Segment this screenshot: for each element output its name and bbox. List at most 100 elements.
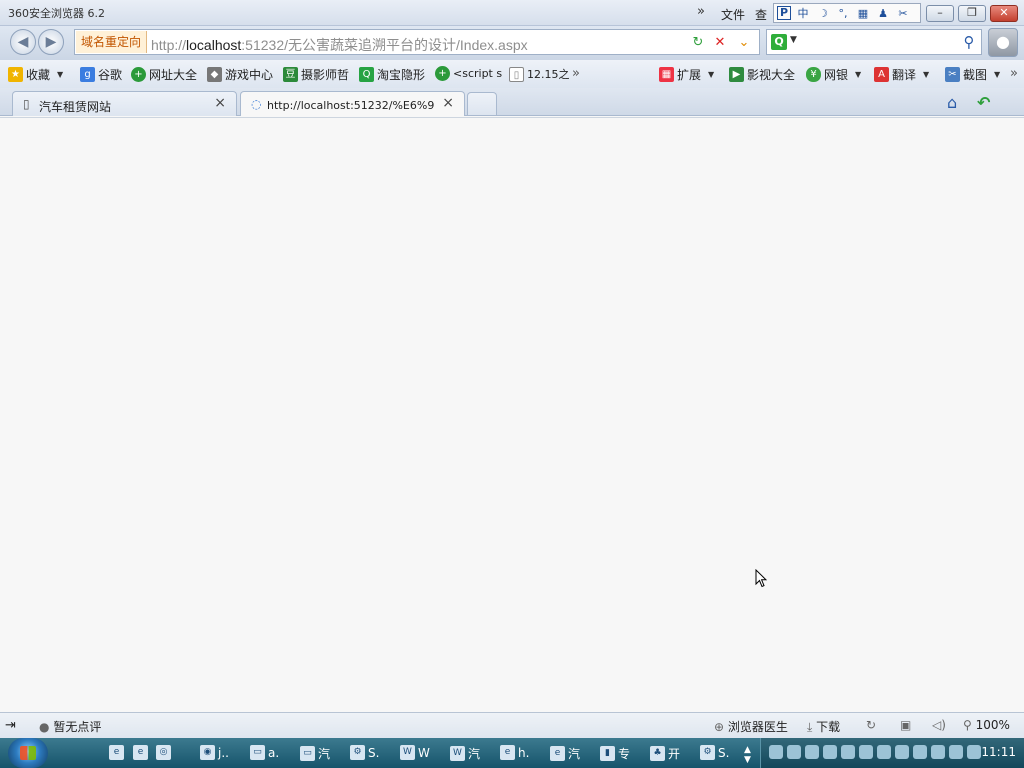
bookmarks-more-button[interactable]: » — [572, 66, 580, 81]
zoom-icon: ⚲ — [963, 718, 972, 732]
search-engine-dropdown-icon[interactable]: ▼ — [790, 35, 797, 45]
bookmark-taobao[interactable]: Q 淘宝隐形 — [359, 66, 425, 83]
google-icon: g — [80, 67, 95, 82]
mouse-cursor-icon — [755, 569, 767, 588]
star-add-icon: ★ — [8, 67, 23, 82]
taskbar-item[interactable]: WW — [400, 745, 430, 760]
qq-icon[interactable] — [859, 745, 873, 759]
menu-view[interactable]: 查 — [755, 6, 767, 23]
search-engine-icon[interactable]: Q — [771, 34, 787, 50]
page-icon: ▯ — [23, 97, 30, 111]
ime-punct-icon[interactable]: °, — [835, 7, 851, 20]
quicklaunch-ie-icon[interactable]: e — [109, 745, 124, 760]
taskbar-item[interactable]: ▭ a. — [250, 745, 279, 760]
search-icon[interactable]: ⚲ — [956, 29, 982, 55]
toolbar-more-button[interactable]: » — [1010, 66, 1018, 81]
rating-status[interactable]: ● 暂无点评 — [39, 718, 101, 735]
page-content[interactable] — [0, 117, 1024, 712]
search-input[interactable]: Q ▼ — [766, 29, 982, 55]
forward-button[interactable]: ▶ — [38, 29, 64, 55]
browser-doctor-button[interactable]: ⊕ 浏览器医生 — [714, 718, 788, 735]
start-button[interactable] — [8, 738, 48, 768]
address-dropdown-icon[interactable]: ⌄ — [735, 34, 753, 52]
tab-car-rental[interactable]: ▯ 汽车租赁网站 × — [12, 91, 237, 116]
clock[interactable]: 11:11 — [981, 745, 1016, 759]
tray-app-icon[interactable] — [877, 745, 891, 759]
download-button[interactable]: ⤓ 下载 — [807, 718, 840, 735]
tray-app-icon[interactable] — [949, 745, 963, 759]
ime-user-icon[interactable]: ♟ — [875, 7, 891, 20]
quicklaunch-fruit-icon[interactable]: ◎ — [156, 745, 171, 760]
ime-tools-icon[interactable]: ✂ — [895, 7, 911, 20]
bookmark-game-center[interactable]: ◆ 游戏中心 — [207, 66, 273, 83]
taskbar-item[interactable]: ♣ 开 — [650, 745, 680, 762]
security-shield-icon[interactable] — [931, 745, 945, 759]
refresh-status-icon[interactable]: ↻ — [866, 718, 876, 732]
bookmark-douban[interactable]: 豆摄影师哲 — [283, 66, 349, 83]
bookmark-google[interactable]: g 谷歌 — [80, 66, 122, 83]
redirect-badge[interactable]: 域名重定向 — [76, 31, 148, 53]
system-tray: 11:11 — [760, 738, 1024, 768]
menu-file[interactable]: 文件 — [721, 6, 745, 23]
refresh-icon[interactable]: ↻ — [689, 34, 707, 52]
restore-button[interactable]: ❐ — [958, 5, 986, 22]
ime-tray-icon[interactable] — [769, 745, 783, 759]
tray-app-icon[interactable] — [967, 745, 981, 759]
window-status-icon[interactable]: ▣ — [900, 718, 911, 732]
rating-icon: ● — [39, 720, 50, 734]
online-banking-button[interactable]: ¥ 网银 ▼ — [806, 66, 861, 83]
close-button[interactable]: ✕ — [990, 5, 1018, 22]
tray-app-icon[interactable] — [805, 745, 819, 759]
taskbar-item[interactable]: ▮ 专 — [600, 745, 630, 762]
translate-icon: A — [874, 67, 889, 82]
volume-icon[interactable]: ◁) — [932, 718, 946, 732]
translate-button[interactable]: A 翻译 ▼ — [874, 66, 929, 83]
tray-arrow-icon[interactable] — [787, 745, 801, 759]
taskbar-item[interactable]: ⚙ S. — [700, 745, 729, 760]
home-icon[interactable]: ⌂ — [947, 93, 957, 112]
sidebar-toggle-icon[interactable]: ⇥ — [5, 718, 16, 733]
taskbar-item[interactable]: ◉ j.. — [200, 745, 229, 760]
new-tab-button[interactable] — [467, 92, 497, 115]
screenshot-button[interactable]: ✂ 截图 ▼ — [945, 66, 1000, 83]
user-avatar[interactable]: ● — [988, 28, 1018, 57]
url-text[interactable]: http://localhost:51232/无公害蔬菜追溯平台的设计/Inde… — [151, 35, 528, 55]
video-icon: ▶ — [729, 67, 744, 82]
tab-close-icon[interactable]: × — [442, 95, 454, 111]
bookmark-page[interactable]: ▯ 12.15之 — [509, 66, 570, 82]
minimize-button[interactable]: – — [926, 5, 954, 22]
tab-close-icon[interactable]: × — [214, 95, 226, 111]
ime-logo-icon[interactable]: P — [777, 6, 791, 20]
back-button[interactable]: ◀ — [10, 29, 36, 55]
video-button[interactable]: ▶ 影视大全 — [729, 66, 795, 83]
address-input[interactable]: 域名重定向 http://localhost:51232/无公害蔬菜追溯平台的设… — [74, 29, 760, 55]
taskbar-scroll-icon[interactable]: ▲ ▼ — [744, 745, 751, 765]
tray-app-icon[interactable] — [823, 745, 837, 759]
undo-close-icon[interactable]: ↶ — [977, 93, 990, 112]
bookmark-script[interactable]: + <script s — [435, 66, 502, 81]
extensions-button[interactable]: ▦ 扩展 ▼ — [659, 66, 714, 83]
tray-app-icon[interactable] — [913, 745, 927, 759]
search-green-icon: Q — [359, 67, 374, 82]
quicklaunch-360-icon[interactable]: e — [133, 745, 148, 760]
tray-app-icon[interactable] — [841, 745, 855, 759]
network-icon[interactable] — [895, 745, 909, 759]
ime-keyboard-icon[interactable]: ▦ — [855, 7, 871, 20]
ime-chinese-toggle[interactable]: 中 — [795, 5, 811, 21]
menu-more-button[interactable]: » — [697, 4, 705, 19]
taskbar-item[interactable]: e汽 — [550, 745, 580, 762]
tab-localhost[interactable]: ◌ http://localhost:51232/%E6%97% × — [240, 91, 465, 116]
bookmark-site-directory[interactable]: + 网址大全 — [131, 66, 197, 83]
taskbar-item[interactable]: ⚙ S. — [350, 745, 379, 760]
stop-icon[interactable]: ✕ — [711, 34, 729, 52]
taskbar-item[interactable]: e h. — [500, 745, 529, 760]
tab-label: 汽车租赁网站 — [39, 100, 112, 114]
extensions-icon: ▦ — [659, 67, 674, 82]
tray-icons — [769, 745, 981, 759]
ime-moon-icon[interactable]: ☽ — [815, 7, 831, 20]
bookmark-favorites[interactable]: ★ 收藏 ▼ — [8, 66, 63, 83]
taskbar-item[interactable]: ▭ 汽 — [300, 745, 330, 762]
zoom-control[interactable]: ⚲ 100% — [963, 718, 1010, 732]
title-bar: 360安全浏览器 6.2 » 文件 查 P 中 ☽ °, ▦ ♟ ✂ – ❐ ✕ — [0, 0, 1024, 26]
taskbar-item[interactable]: W汽 — [450, 745, 480, 762]
